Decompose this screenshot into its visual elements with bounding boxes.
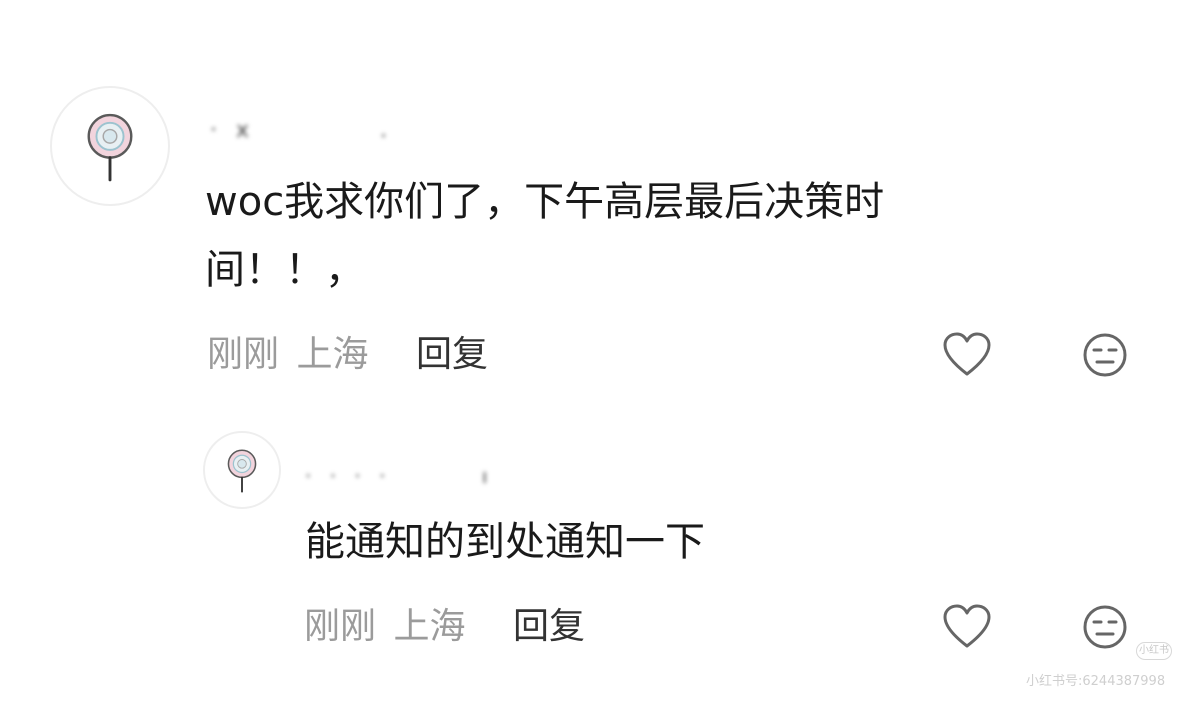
reply-button[interactable]: 回复 [513,606,585,648]
avatar[interactable] [203,431,281,509]
meh-face-icon[interactable] [1082,604,1128,650]
comment-text-line: 能通知的到处通知一下 [305,519,705,565]
heart-icon[interactable] [942,604,992,650]
meh-face-icon[interactable] [1082,332,1128,378]
heart-icon[interactable] [942,332,992,378]
comment-text-line: 间！！， [205,247,365,293]
username[interactable]: · x . [210,112,393,144]
lollipop-avatar-image [87,113,133,182]
comment-meta: 刚刚 上海 [304,606,465,648]
comment-meta: 刚刚 上海 [207,334,368,376]
username[interactable]: · · · · ı [305,460,493,489]
lollipop-avatar-image [227,449,257,493]
comment-text: woc我求你们了，下午高层最后决策时 间！！， [205,168,1025,304]
avatar[interactable] [50,86,170,206]
watermark-text: 小红书号:6244387998 [1026,674,1166,689]
comment-item: · x . woc我求你们了，下午高层最后决策时 间！！， 刚刚 上海 回复 [0,0,1200,420]
reply-button[interactable]: 回复 [416,334,488,376]
reply-comment-item: · · · · ı 能通知的到处通知一下 刚刚 上海 回复 [0,420,1200,709]
comment-text: 能通知的到处通知一下 [305,508,1005,576]
comment-location: 上海 [296,334,369,375]
watermark-logo: 小红书 [1136,642,1172,660]
comment-time: 刚刚 [207,334,280,375]
comment-time: 刚刚 [304,606,377,647]
comment-text-line: woc我求你们了，下午高层最后决策时 [205,179,885,225]
comment-location: 上海 [393,606,466,647]
